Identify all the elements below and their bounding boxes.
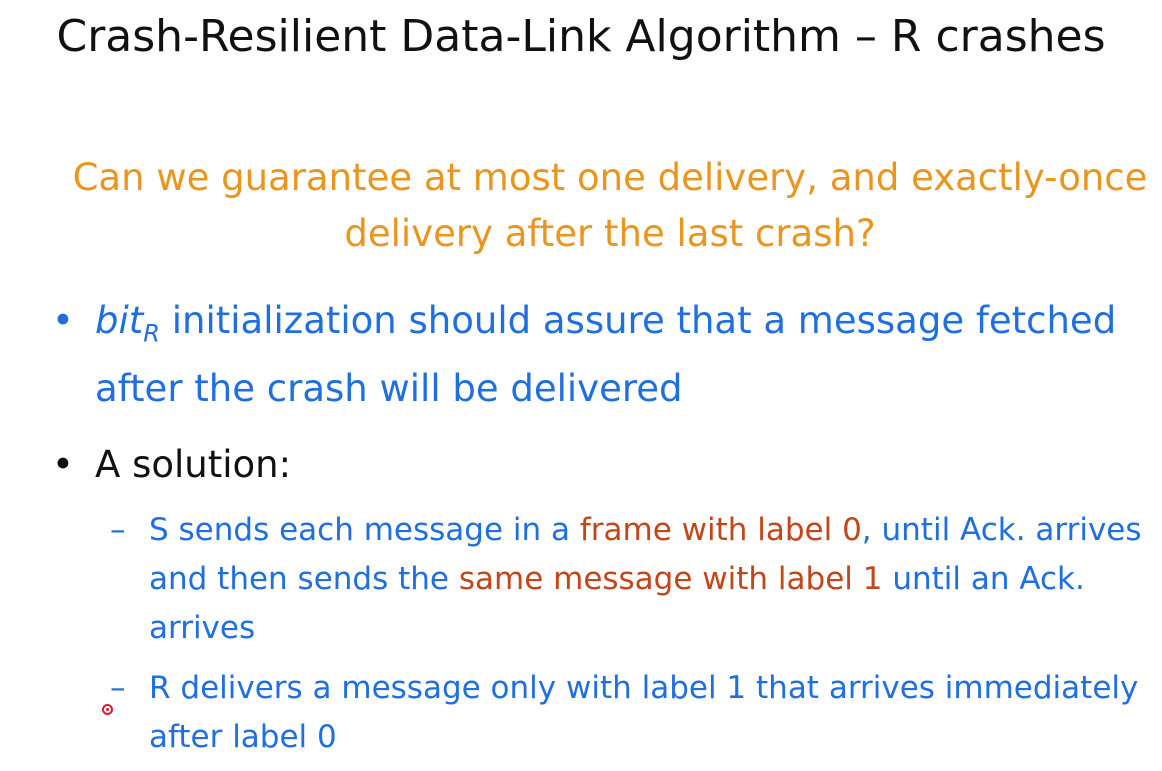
laser-pointer-dot-icon <box>102 704 113 715</box>
bullet-text: bitR initialization should assure that a… <box>95 293 1162 417</box>
highlight-label-1: same message with label 1 <box>458 561 883 597</box>
subbullet-sender: – S sends each message in a frame with l… <box>110 506 1160 653</box>
subbullet-marker: – <box>110 670 126 706</box>
subbullet-receiver: – R delivers a message only with label 1… <box>110 664 1160 762</box>
highlight-label-0: frame with label 0 <box>579 512 862 548</box>
slide-title: Crash-Resilient Data-Link Algorithm – R … <box>56 11 1106 62</box>
bullet-marker: • <box>52 443 74 486</box>
bullet-text: A solution: <box>95 443 292 486</box>
variable-subscript: R <box>143 319 160 348</box>
guiding-question: Can we guarantee at most one delivery, a… <box>72 156 1148 255</box>
bullet-bit-initialization: • bitR initialization should assure that… <box>52 293 1162 417</box>
text-part: S sends each message in a <box>149 512 580 548</box>
bullet-body: initialization should assure that a mess… <box>95 299 1117 411</box>
subbullet-text: S sends each message in a frame with lab… <box>149 506 1160 653</box>
subbullet-marker: – <box>110 512 126 548</box>
slide: Crash-Resilient Data-Link Algorithm – R … <box>0 0 1162 771</box>
subbullet-text: R delivers a message only with label 1 t… <box>149 670 1139 755</box>
bullet-marker: • <box>52 299 74 342</box>
bullet-solution: • A solution: <box>52 437 1162 493</box>
variable-bit: bit <box>95 299 144 342</box>
